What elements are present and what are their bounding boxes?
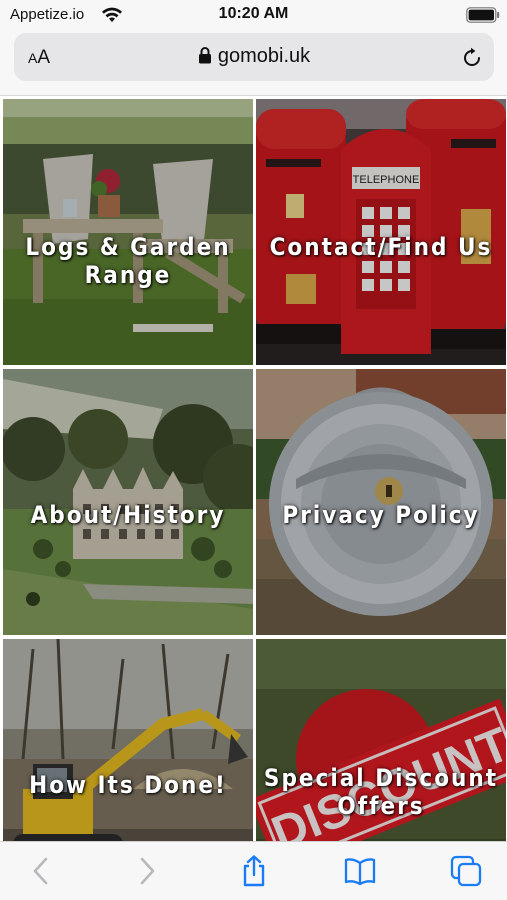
tile-label: Special Discount Offers <box>263 764 499 820</box>
tile-label: How Its Done! <box>29 771 227 799</box>
status-bar: Appetize.io 10:20 AM <box>0 0 507 30</box>
battery-icon <box>466 7 500 23</box>
status-time: 10:20 AM <box>218 5 289 22</box>
tile-label: About/History <box>30 501 226 529</box>
url-field[interactable]: AA gomobi.uk <box>14 33 494 81</box>
back-icon[interactable] <box>24 854 58 888</box>
menu-grid: Logs & Garden Range TELEPHONE Contact/Fi… <box>0 96 507 900</box>
tile-label: Contact/Find Us <box>269 233 493 261</box>
lock-icon <box>198 47 211 64</box>
tabs-icon[interactable] <box>449 854 483 888</box>
tile-contact[interactable]: TELEPHONE Contact/Find Us <box>256 99 506 365</box>
forward-icon[interactable] <box>130 854 164 888</box>
bookmarks-icon[interactable] <box>343 854 377 888</box>
tile-about[interactable]: About/History <box>3 369 253 635</box>
share-icon[interactable] <box>237 854 271 888</box>
browser-toolbar <box>0 841 507 900</box>
tile-label: Logs & Garden Range <box>25 233 231 289</box>
tile-logs-garden[interactable]: Logs & Garden Range <box>3 99 253 365</box>
tile-privacy[interactable]: Privacy Policy <box>256 369 506 635</box>
reload-icon[interactable] <box>460 46 484 70</box>
tile-label: Privacy Policy <box>282 501 480 529</box>
url-text: gomobi.uk <box>217 45 311 67</box>
address-bar: AA gomobi.uk <box>0 30 507 96</box>
